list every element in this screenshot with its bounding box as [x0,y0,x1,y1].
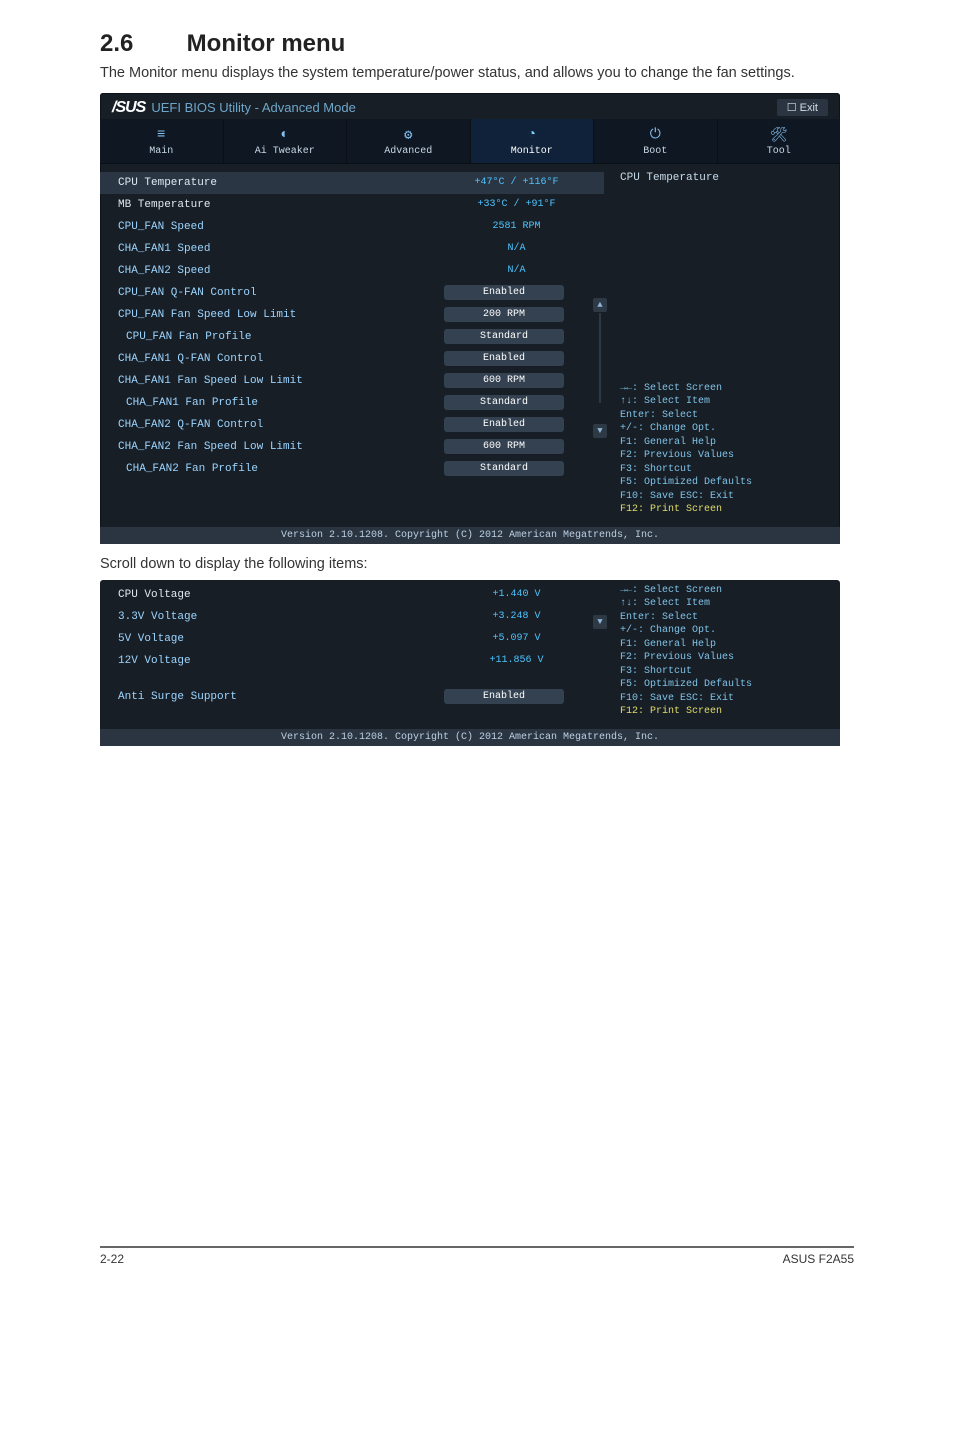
item-value-pill[interactable]: Standard [444,461,564,476]
list-item: 12V Voltage+11.856 V [100,650,604,672]
item-label: CHA_FAN1 Fan Profile [126,397,444,409]
list-item[interactable]: CHA_FAN1 Fan Speed Low Limit600 RPM [100,370,604,392]
item-value: +47°C / +116°F [439,177,594,188]
item-label: CHA_FAN1 Speed [118,243,439,255]
item-value-pill[interactable]: 600 RPM [444,373,564,388]
list-item[interactable]: CPU_FAN Q-FAN ControlEnabled [100,282,604,304]
bios-right-panel: CPU Temperature →←: Select Screen↑↓: Sel… [610,164,840,527]
exit-icon: ☐ [787,102,800,114]
tweaker-icon: ◐ [224,127,347,143]
help-keys: →←: Select Screen↑↓: Select ItemEnter: S… [620,382,830,517]
bios-title: UEFI BIOS Utility - Advanced Mode [151,100,355,115]
product-name: ASUS F2A55 [783,1252,854,1266]
item-label: CPU_FAN Q-FAN Control [118,287,444,299]
item-value-pill[interactable]: Standard [444,329,564,344]
section-intro: The Monitor menu displays the system tem… [100,64,854,83]
item-label: CHA_FAN2 Q-FAN Control [118,419,444,431]
list-item[interactable]: CPU_FAN Fan Speed Low Limit200 RPM [100,304,604,326]
item-value-pill[interactable]: 600 RPM [444,439,564,454]
section-title: Monitor menu [187,30,346,57]
list-item: CPU Temperature+47°C / +116°F [100,172,604,194]
list-item[interactable]: CHA_FAN1 Q-FAN ControlEnabled [100,348,604,370]
item-value: +3.248 V [439,611,594,622]
list-item: CHA_FAN2 SpeedN/A [100,260,604,282]
tab-monitor[interactable]: ◔ Monitor [471,119,595,163]
tool-icon: 🛠 [718,127,841,143]
tab-tool[interactable]: 🛠 Tool [718,119,841,163]
list-item[interactable]: CHA_FAN2 Fan Speed Low Limit600 RPM [100,436,604,458]
list-item: CPU Voltage+1.440 V [100,584,604,606]
scroll-down-icon[interactable]: ▼ [593,424,607,438]
page-number: 2-22 [100,1252,124,1266]
item-label: 3.3V Voltage [118,611,439,623]
item-value: +33°C / +91°F [439,199,594,210]
item-label: CPU_FAN Fan Profile [126,331,444,343]
list-item: 3.3V Voltage+3.248 V [100,606,604,628]
bios-left-panel: ▲ ▼ CPU Temperature+47°C / +116°FMB Temp… [100,164,610,527]
tab-advanced[interactable]: ⚙ Advanced [347,119,471,163]
help-item-title: CPU Temperature [620,172,830,184]
boot-icon: ⏻ [594,127,717,143]
list-item: CHA_FAN1 SpeedN/A [100,238,604,260]
item-label: CHA_FAN2 Fan Profile [126,463,444,475]
item-label: CHA_FAN1 Fan Speed Low Limit [118,375,444,387]
item-value: 2581 RPM [439,221,594,232]
item-value-pill[interactable]: Enabled [444,417,564,432]
list-item[interactable]: CHA_FAN1 Fan ProfileStandard [100,392,604,414]
item-label: CHA_FAN1 Q-FAN Control [118,353,444,365]
item-value-pill[interactable]: Enabled [444,351,564,366]
bios-tabs: ≡ Main ◐ Ai Tweaker ⚙ Advanced ◔ Monitor… [100,119,840,164]
list-item: CPU_FAN Speed2581 RPM [100,216,604,238]
list-item: MB Temperature+33°C / +91°F [100,194,604,216]
item-value: +5.097 V [439,633,594,644]
item-label: 12V Voltage [118,655,439,667]
list-item: 5V Voltage+5.097 V [100,628,604,650]
monitor-icon: ◔ [471,127,594,143]
scroll-up-icon[interactable]: ▲ [593,298,607,312]
list-item[interactable]: CHA_FAN2 Fan ProfileStandard [100,458,604,480]
item-label: Anti Surge Support [118,691,444,703]
section-number: 2.6 [100,30,180,58]
item-value: N/A [439,265,594,276]
bios2-right-panel: →←: Select Screen↑↓: Select ItemEnter: S… [610,580,840,729]
item-label: 5V Voltage [118,633,439,645]
exit-button[interactable]: ☐ Exit [777,99,828,116]
item-label: CPU_FAN Fan Speed Low Limit [118,309,444,321]
main-icon: ≡ [100,127,223,143]
item-value: N/A [439,243,594,254]
item-label: CPU Temperature [118,177,439,189]
tab-main[interactable]: ≡ Main [100,119,224,163]
bios-version-footer: Version 2.10.1208. Copyright (C) 2012 Am… [100,527,840,544]
item-label: CPU_FAN Speed [118,221,439,233]
item-value-pill[interactable]: Standard [444,395,564,410]
list-item[interactable]: CPU_FAN Fan ProfileStandard [100,326,604,348]
advanced-icon: ⚙ [347,127,470,143]
item-label: CPU Voltage [118,589,439,601]
bios-screenshot-2: ▼ CPU Voltage+1.440 V3.3V Voltage+3.248 … [100,580,840,746]
item-value-pill[interactable]: 200 RPM [444,307,564,322]
bios-screenshot-1: /SUS UEFI BIOS Utility - Advanced Mode ☐… [100,93,840,544]
bios-version-footer: Version 2.10.1208. Copyright (C) 2012 Am… [100,729,840,746]
help-keys: →←: Select Screen↑↓: Select ItemEnter: S… [620,584,830,719]
list-item[interactable]: Anti Surge SupportEnabled [100,686,604,708]
scroll-caption: Scroll down to display the following ite… [100,556,854,572]
asus-logo: /SUS [112,99,145,117]
item-label: CHA_FAN2 Fan Speed Low Limit [118,441,444,453]
item-value-pill[interactable]: Enabled [444,285,564,300]
item-label: MB Temperature [118,199,439,211]
scroll-down-icon[interactable]: ▼ [593,615,607,629]
item-value: +1.440 V [439,589,594,600]
bios2-left-panel: ▼ CPU Voltage+1.440 V3.3V Voltage+3.248 … [100,580,610,729]
tab-ai-tweaker[interactable]: ◐ Ai Tweaker [224,119,348,163]
list-item[interactable]: CHA_FAN2 Q-FAN ControlEnabled [100,414,604,436]
item-value: +11.856 V [439,655,594,666]
tab-boot[interactable]: ⏻ Boot [594,119,718,163]
item-value-pill[interactable]: Enabled [444,689,564,704]
item-label: CHA_FAN2 Speed [118,265,439,277]
